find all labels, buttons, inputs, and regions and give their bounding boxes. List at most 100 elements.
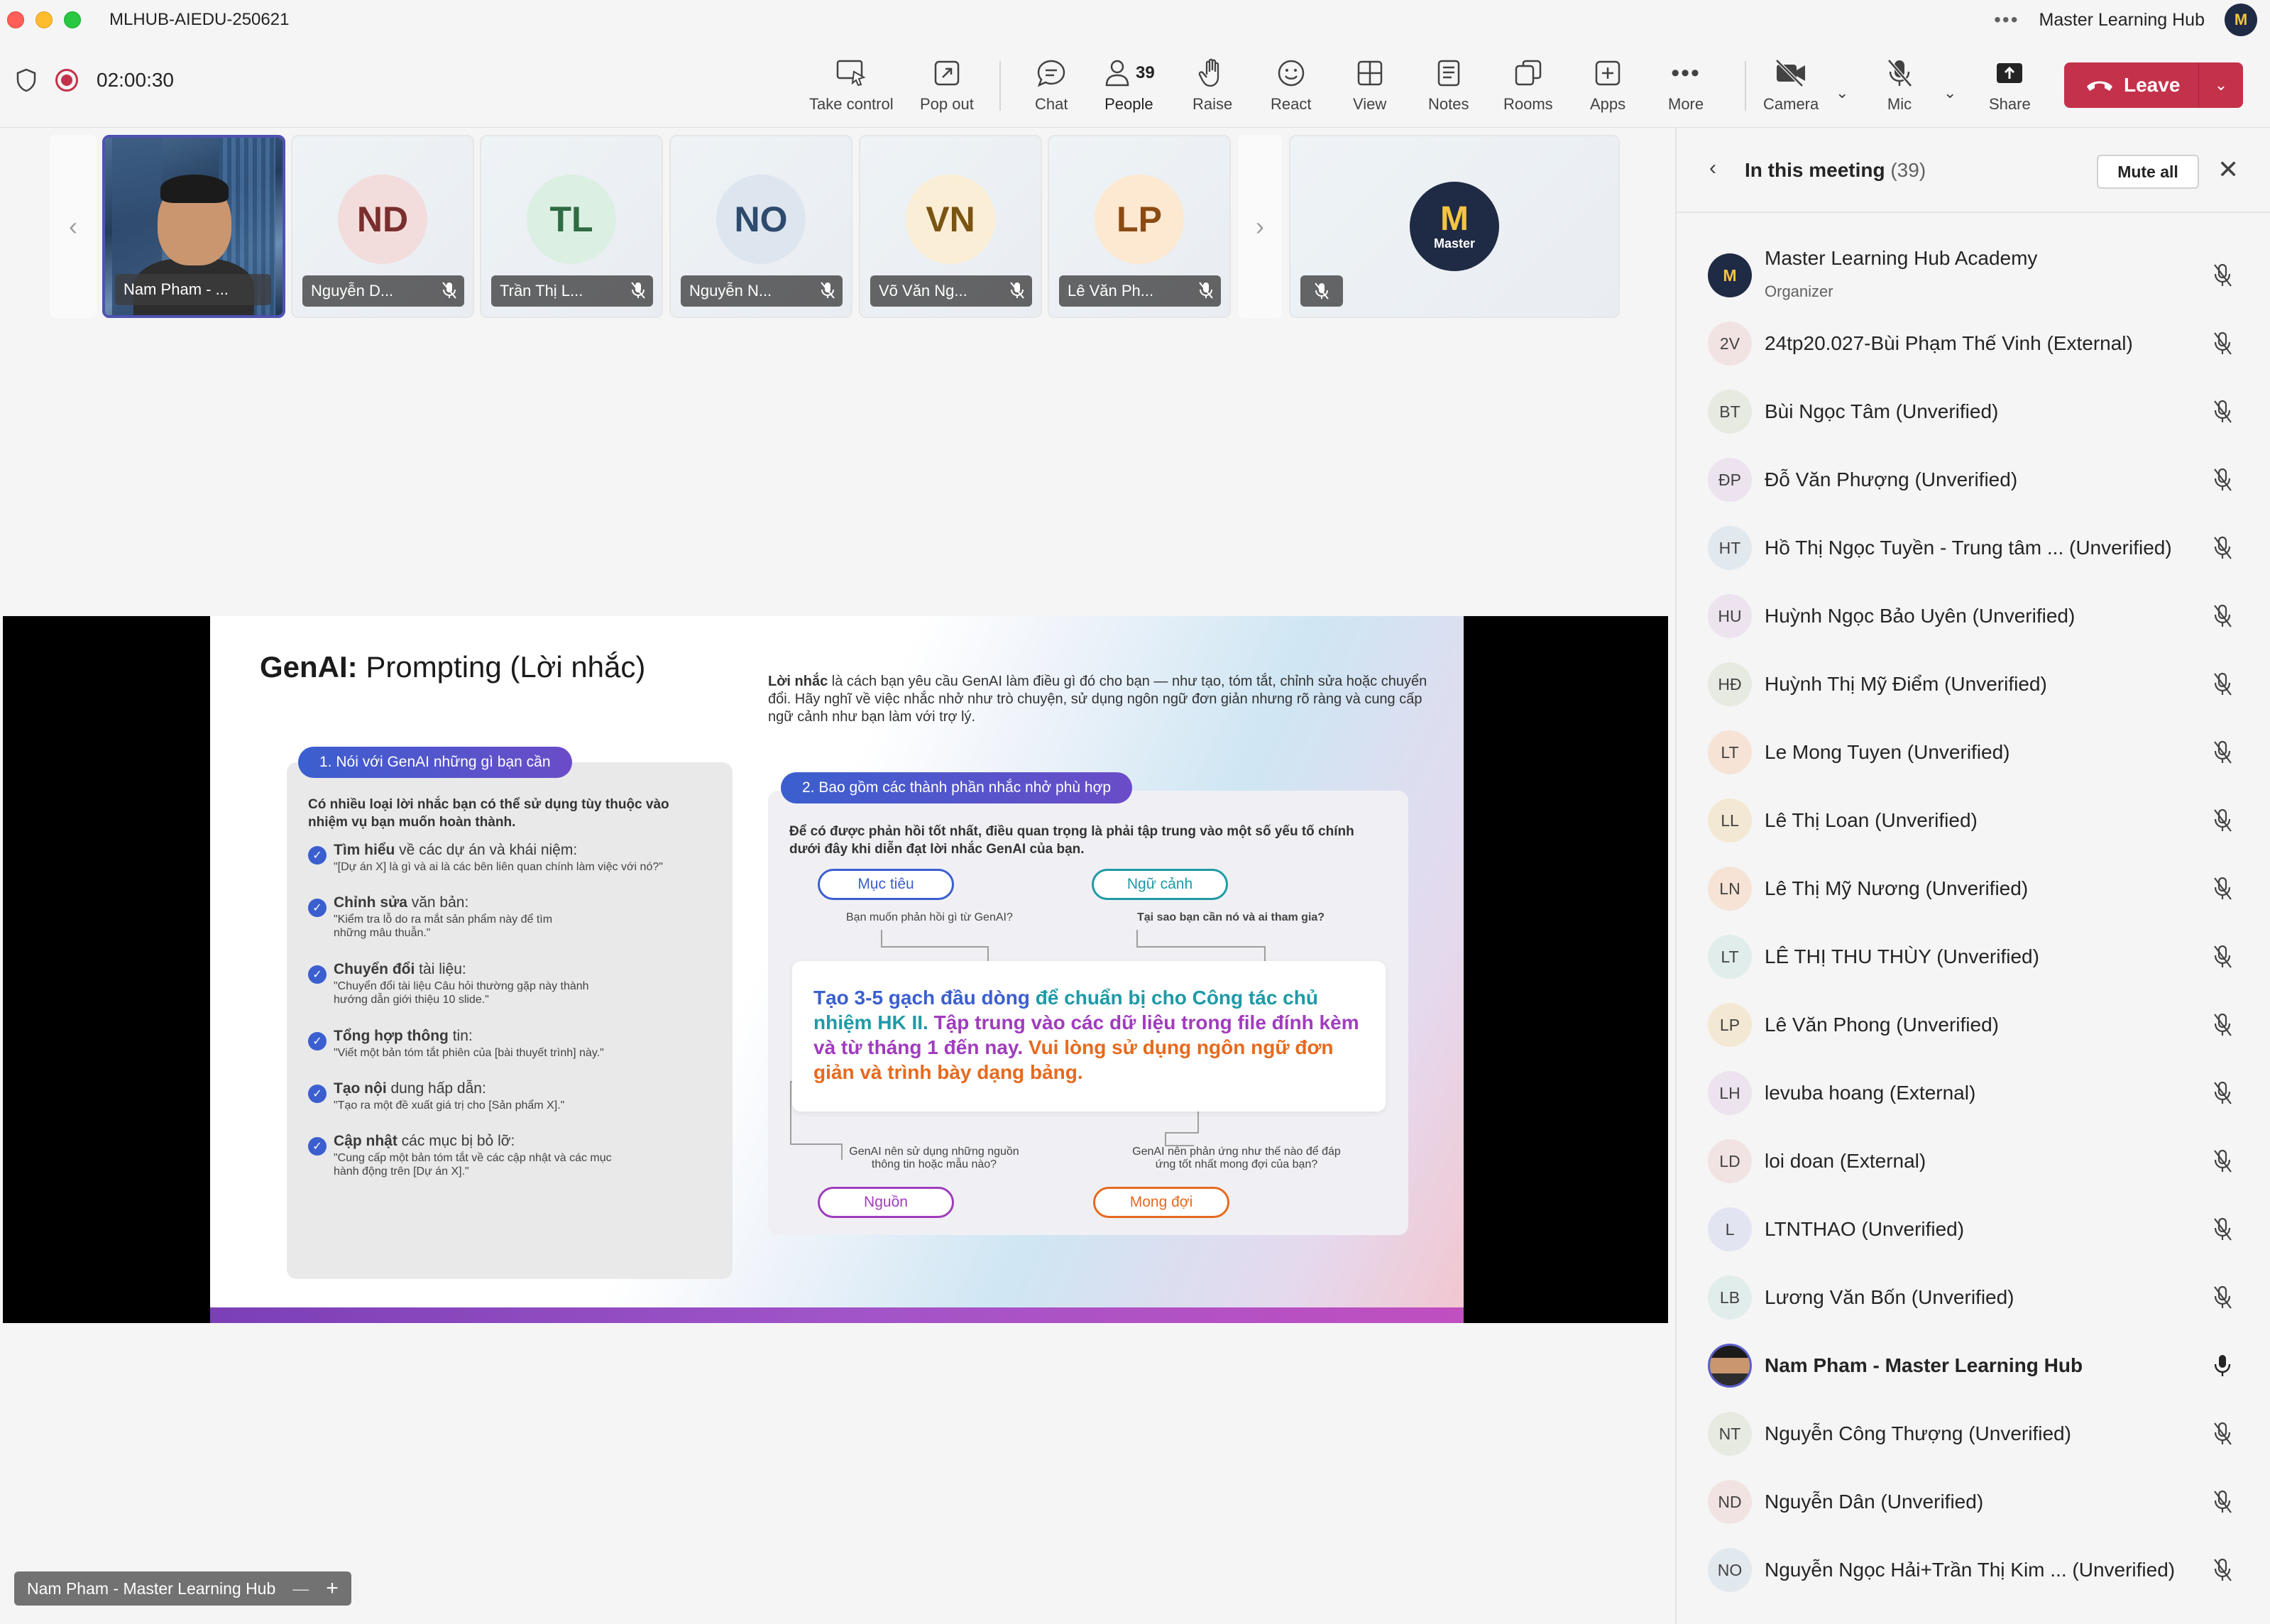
expand-icon[interactable]: + [326,1576,339,1601]
take-control-button[interactable]: Take control [809,55,894,114]
participant-row[interactable]: M Master Learning Hub Academy Organizer [1677,241,2270,309]
org-avatar[interactable]: M [2225,4,2257,36]
avatar: LP [1095,174,1184,264]
participant-row[interactable]: ND Nguyễn Dân (Unverified) [1677,1468,2270,1536]
participant-row[interactable]: 2V 24tp20.027-Bùi Phạm Thế Vinh (External… [1677,309,2270,378]
org-name: Master Learning Hub [2039,9,2205,30]
prompt-components-panel: Để có được phản hồi tốt nhất, điều quan … [768,791,1408,1235]
notes-label: Notes [1428,95,1469,113]
participant-name: LÊ THỊ THU THÙY (Unverified) [1765,945,2039,967]
shield-icon[interactable] [16,68,37,92]
mic-off-icon [2212,603,2233,632]
participant-row[interactable]: LP Lê Văn Phong (Unverified) [1677,991,2270,1059]
avatar: TL [527,174,616,264]
raise-label: Raise [1192,95,1233,113]
prompt-type-item: ✓ Cập nhật các mục bị bỏ lỡ: "Cung cấp m… [308,1133,706,1178]
view-button[interactable]: View [1353,55,1386,114]
zoom-window-button[interactable] [64,11,81,28]
participant-tile-video[interactable]: Nam Pham - ... [102,135,285,318]
avatar: VN [906,174,995,264]
participant-row[interactable]: BT Bùi Ngọc Tâm (Unverified) [1677,378,2270,446]
apps-button[interactable]: Apps [1590,55,1625,114]
participant-row[interactable]: LT Le Mong Tuyen (Unverified) [1677,718,2270,786]
title-bar-right: ••• Master Learning Hub M [1994,0,2257,40]
camera-options-chevron-icon[interactable]: ⌄ [1836,84,1848,102]
participant-row[interactable]: LH levuba hoang (External) [1677,1059,2270,1127]
participant-row[interactable]: LN Lê Thị Mỹ Nương (Unverified) [1677,855,2270,923]
back-chevron-icon[interactable]: ‹ [1709,156,1716,180]
apps-icon [1595,60,1621,86]
mic-off-icon [2212,1285,2233,1314]
share-button[interactable]: Share [1989,55,2031,114]
window-controls [7,11,81,28]
chat-button[interactable]: Chat [1035,55,1068,114]
more-button[interactable]: ••• More [1668,55,1704,114]
people-label: People [1104,95,1153,113]
participant-row[interactable]: HT Hồ Thị Ngọc Tuyền - Trung tâm ... (Unv… [1677,514,2270,582]
mic-off-icon [2212,467,2233,496]
mic-off-icon [2212,399,2233,428]
participant-row[interactable]: LT LÊ THỊ THU THÙY (Unverified) [1677,923,2270,991]
participant-tile[interactable]: NO Nguyễn N... [669,135,852,318]
mic-options-chevron-icon[interactable]: ⌄ [1943,84,1956,102]
avatar: ND [1708,1480,1752,1524]
pop-out-button[interactable]: Pop out [920,55,974,114]
participant-tile-organizer[interactable]: M Master [1289,135,1620,318]
react-button[interactable]: React [1271,55,1311,114]
participant-tile[interactable]: VN Võ Văn Ng... [859,135,1042,318]
participant-name: loi doan (External) [1765,1150,1926,1172]
check-icon: ✓ [308,1032,327,1050]
rooms-button[interactable]: Rooms [1503,55,1553,114]
avatar: LD [1708,1139,1752,1183]
toolbar-divider [1745,61,1746,111]
people-panel: ‹ In this meeting (39) Mute all ✕ M Maste… [1675,128,2270,1624]
participant-row[interactable]: Nam Pham - Master Learning Hub [1677,1332,2270,1400]
participant-tile[interactable]: ND Nguyễn D... [291,135,474,318]
participant-list: M Master Learning Hub Academy Organizer 2V 2… [1677,241,2270,1604]
participant-row[interactable]: HĐ Huỳnh Thị Mỹ Điểm (Unverified) [1677,650,2270,718]
participant-row[interactable]: NO Nguyễn Ngọc Hải+Trần Thị Kim ... (Unve… [1677,1536,2270,1604]
participant-name: Master Learning Hub Academy [1765,247,2038,269]
prompt-type-item: ✓ Chỉnh sửa văn bản: "Kiểm tra lỗ do ra … [308,894,706,940]
mic-off-icon [2212,263,2233,292]
more-options-icon[interactable]: ••• [1994,9,2019,31]
participant-row[interactable]: NT Nguyễn Công Thượng (Unverified) [1677,1400,2270,1468]
minimize-icon[interactable]: — [292,1579,309,1598]
avatar: LT [1708,730,1752,774]
notes-button[interactable]: Notes [1428,55,1469,114]
participant-row[interactable]: HU Huỳnh Ngọc Bảo Uyên (Unverified) [1677,582,2270,650]
organizer-logo: M Master [1410,182,1499,271]
leave-options-chevron-icon[interactable]: ⌄ [2199,76,2243,94]
check-icon: ✓ [308,1085,327,1103]
close-window-button[interactable] [7,11,24,28]
mic-off-icon [631,282,645,299]
raise-hand-button[interactable]: Raise [1192,55,1232,114]
participant-row[interactable]: LB Lương Văn Bốn (Unverified) [1677,1263,2270,1332]
avatar: HĐ [1708,662,1752,706]
avatar: BT [1708,390,1752,434]
tag-expect: Mong đợi [1093,1187,1229,1218]
panel2-pill: 2. Bao gồm các thành phần nhắc nhở phù h… [781,772,1133,803]
mute-all-button[interactable]: Mute all [2097,155,2199,189]
camera-button[interactable]: Camera [1763,55,1819,114]
gallery-prev-chevron-icon[interactable]: ‹ [50,135,97,318]
mic-label: Mic [1887,95,1912,113]
close-icon[interactable]: ✕ [2217,155,2239,185]
mic-off-icon [1199,282,1213,299]
people-button[interactable]: 39 People [1103,55,1155,114]
leave-button[interactable]: Leave ⌄ [2064,62,2243,108]
people-icon [1105,60,1129,87]
participant-row[interactable]: LL Lê Thị Loan (Unverified) [1677,786,2270,855]
participant-tile[interactable]: TL Trần Thị L... [480,135,663,318]
participant-tile[interactable]: LP Lê Văn Ph... [1048,135,1231,318]
gallery-next-chevron-icon[interactable]: › [1238,135,1282,318]
participant-row[interactable]: L LTNTHAO (Unverified) [1677,1195,2270,1263]
participant-row[interactable]: ĐP Đỗ Văn Phượng (Unverified) [1677,446,2270,514]
apps-label: Apps [1590,95,1626,113]
avatar: LB [1708,1275,1752,1320]
minimize-window-button[interactable] [35,11,53,28]
participant-row[interactable]: LD loi doan (External) [1677,1127,2270,1195]
mic-off-icon [2212,1012,2233,1041]
check-icon: ✓ [308,846,327,865]
mic-button[interactable]: Mic [1885,55,1914,114]
